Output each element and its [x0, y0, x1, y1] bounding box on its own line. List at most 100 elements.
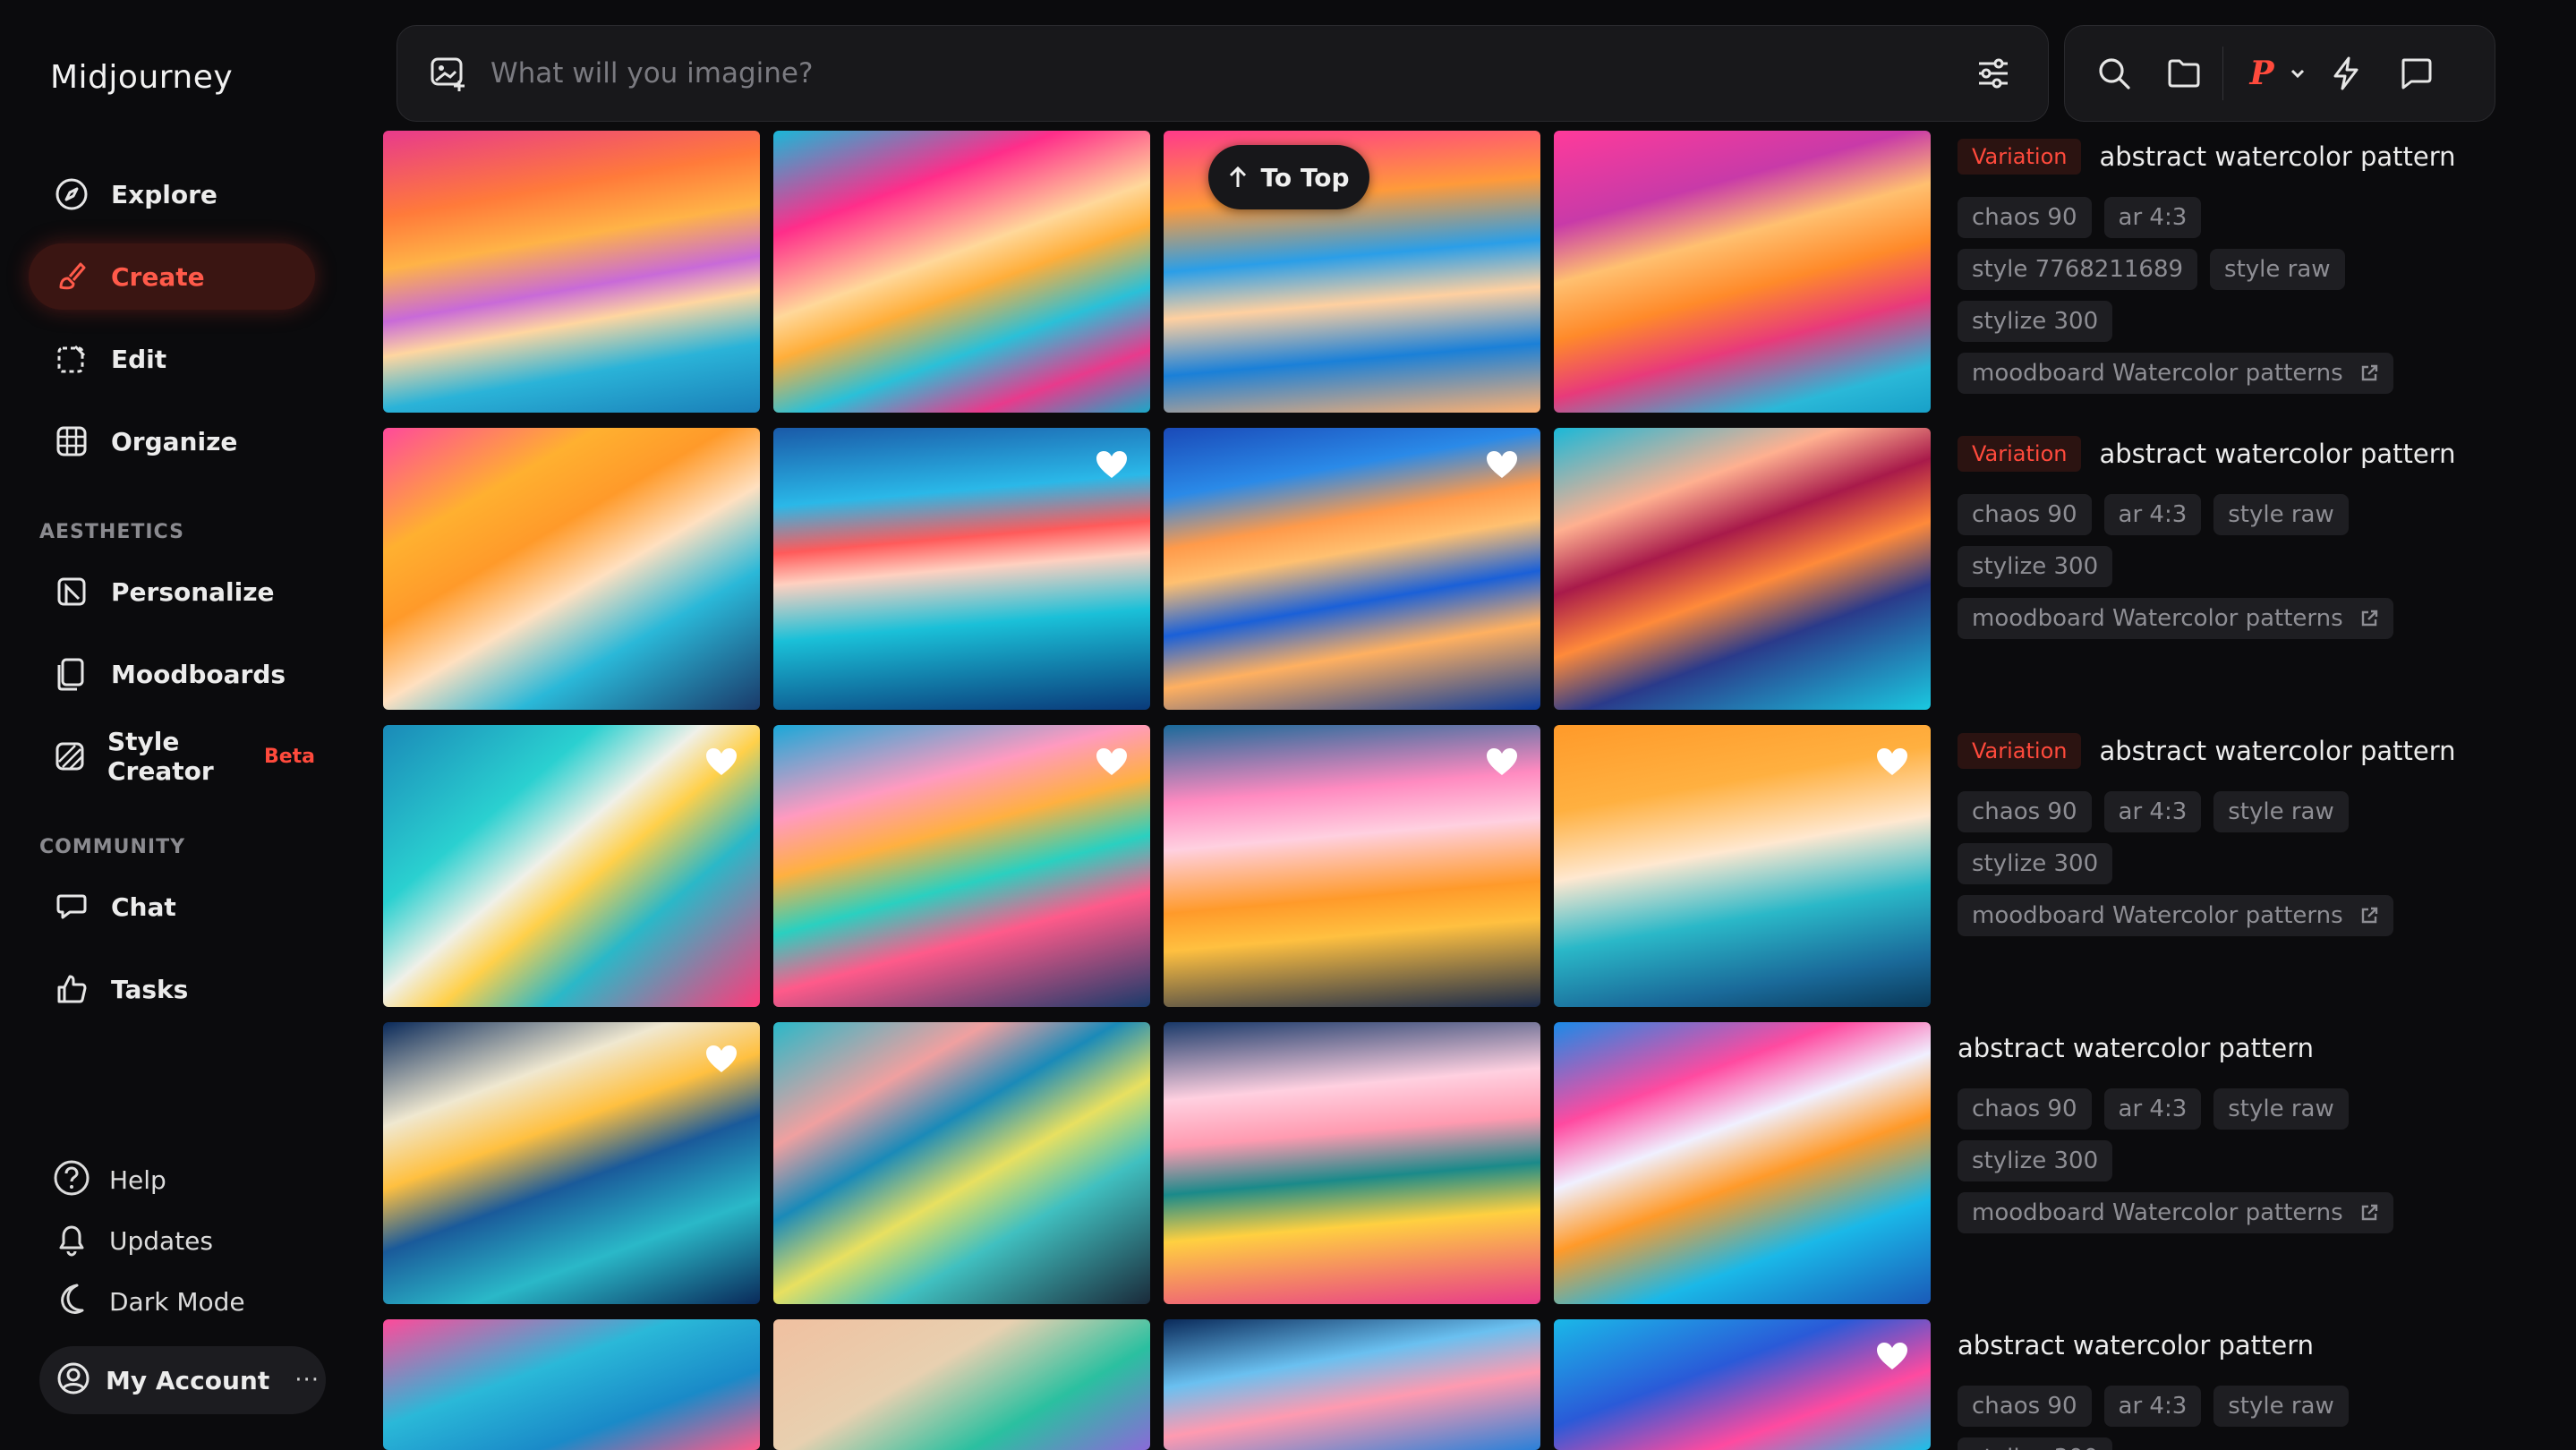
heart-icon[interactable] — [1095, 746, 1129, 777]
variation-badge: Variation — [1958, 436, 2082, 472]
account-button[interactable]: My Account ··· — [39, 1346, 326, 1414]
nav-style-creator[interactable]: Style Creator Beta — [29, 723, 315, 789]
bell-icon — [52, 1219, 91, 1262]
edit-icon — [52, 339, 91, 379]
generated-image[interactable] — [1164, 1319, 1540, 1450]
param-chip[interactable]: style 7768211689 — [1958, 249, 2198, 290]
generated-image[interactable] — [1554, 428, 1931, 710]
generated-image[interactable] — [773, 131, 1150, 413]
settings-sliders-icon[interactable] — [1971, 51, 2016, 96]
help-label: Help — [109, 1164, 166, 1195]
heart-icon[interactable] — [1875, 1341, 1909, 1371]
param-chip[interactable]: chaos 90 — [1958, 1088, 2092, 1130]
profile-switcher[interactable]: P — [2239, 51, 2284, 96]
param-chip[interactable]: chaos 90 — [1958, 1386, 2092, 1427]
chat-icon — [52, 887, 91, 926]
generated-image[interactable] — [1554, 1022, 1931, 1304]
lightning-icon[interactable] — [2324, 51, 2368, 96]
param-chip[interactable]: style raw — [2213, 1088, 2349, 1130]
param-chip[interactable]: ar 4:3 — [2103, 791, 2202, 832]
generated-image[interactable] — [383, 428, 760, 710]
updates-label: Updates — [109, 1225, 213, 1256]
param-chip[interactable]: stylize 300 — [1958, 1140, 2113, 1181]
generated-image[interactable] — [1164, 428, 1540, 710]
param-chip[interactable]: ar 4:3 — [2103, 1088, 2202, 1130]
to-top-label: To Top — [1260, 162, 1350, 192]
moodboard-label: moodboard Watercolor patterns — [1972, 1199, 2343, 1226]
prompt-text[interactable]: abstract watercolor pattern — [1958, 1033, 2314, 1063]
moodboard-chip[interactable]: moodboard Watercolor patterns — [1958, 1192, 2393, 1233]
param-chip[interactable]: chaos 90 — [1958, 197, 2092, 238]
nav-moodboards[interactable]: Moodboards — [29, 641, 315, 707]
help-link[interactable]: Help — [52, 1158, 166, 1201]
nav-chat-label: Chat — [111, 891, 176, 922]
generated-image[interactable] — [773, 428, 1150, 710]
nav-create-label: Create — [111, 261, 205, 292]
prompt-text[interactable]: abstract watercolor pattern — [2099, 141, 2455, 172]
moodboard-chip[interactable]: moodboard Watercolor patterns — [1958, 353, 2393, 394]
heart-icon[interactable] — [1485, 449, 1519, 480]
generated-image[interactable] — [1164, 1022, 1540, 1304]
chevron-down-icon[interactable] — [2288, 64, 2307, 83]
param-chip[interactable]: style raw — [2213, 1386, 2349, 1427]
search-icon[interactable] — [2092, 51, 2137, 96]
heart-icon[interactable] — [1095, 449, 1129, 480]
generated-image[interactable] — [773, 725, 1150, 1007]
updates-link[interactable]: Updates — [52, 1219, 213, 1262]
param-chip[interactable]: chaos 90 — [1958, 791, 2092, 832]
more-icon[interactable]: ··· — [294, 1367, 320, 1394]
nav-personalize[interactable]: Personalize — [29, 559, 315, 625]
sidebar: Midjourney Explore Create Edit Organize — [0, 0, 367, 1450]
param-chip[interactable]: stylize 300 — [1958, 301, 2113, 342]
param-chip[interactable]: style raw — [2213, 494, 2349, 535]
image-prompt-icon[interactable] — [426, 51, 471, 96]
user-icon — [55, 1360, 91, 1400]
nav-edit[interactable]: Edit — [29, 326, 315, 392]
generated-image[interactable] — [1554, 1319, 1931, 1450]
heart-icon[interactable] — [1485, 746, 1519, 777]
prompt-info: abstract watercolor pattern chaos 90 ar … — [1958, 1325, 2566, 1450]
prompt-info: Variation abstract watercolor pattern ch… — [1958, 730, 2566, 947]
generated-image[interactable] — [1554, 131, 1931, 413]
nav-organize[interactable]: Organize — [29, 408, 315, 474]
moodboard-label: moodboard Watercolor patterns — [1972, 902, 2343, 929]
prompt-text[interactable]: abstract watercolor pattern — [2099, 439, 2455, 469]
brand-logo[interactable]: Midjourney — [50, 59, 233, 96]
nav-create[interactable]: Create — [29, 243, 315, 310]
param-chip[interactable]: ar 4:3 — [2103, 494, 2202, 535]
nav-chat[interactable]: Chat — [29, 874, 315, 940]
param-chip[interactable]: stylize 300 — [1958, 546, 2113, 587]
param-chip[interactable]: style raw — [2210, 249, 2345, 290]
heart-icon[interactable] — [704, 1044, 738, 1074]
heart-icon[interactable] — [1875, 746, 1909, 777]
param-chip[interactable]: ar 4:3 — [2103, 197, 2202, 238]
to-top-button[interactable]: To Top — [1208, 145, 1369, 209]
generated-image[interactable] — [773, 1022, 1150, 1304]
generated-image[interactable] — [383, 1022, 760, 1304]
prompt-text[interactable]: abstract watercolor pattern — [2099, 736, 2455, 766]
param-chip[interactable]: stylize 300 — [1958, 843, 2113, 884]
imagine-input[interactable] — [490, 47, 1971, 100]
generated-image[interactable] — [383, 1319, 760, 1450]
generated-image[interactable] — [773, 1319, 1150, 1450]
dark-mode-toggle[interactable]: Dark Mode — [52, 1280, 245, 1323]
nav-explore[interactable]: Explore — [29, 161, 315, 227]
generated-image[interactable] — [383, 131, 760, 413]
param-chip[interactable]: stylize 300 — [1958, 1437, 2113, 1450]
generated-image[interactable] — [1554, 725, 1931, 1007]
moodboard-label: moodboard Watercolor patterns — [1972, 360, 2343, 387]
style-creator-icon — [52, 737, 88, 776]
moodboard-chip[interactable]: moodboard Watercolor patterns — [1958, 598, 2393, 639]
moodboard-chip[interactable]: moodboard Watercolor patterns — [1958, 895, 2393, 936]
prompt-text[interactable]: abstract watercolor pattern — [1958, 1330, 2314, 1360]
param-chip[interactable]: chaos 90 — [1958, 494, 2092, 535]
top-toolbar: P — [2064, 25, 2495, 122]
generated-image[interactable] — [383, 725, 760, 1007]
param-chip[interactable]: style raw — [2213, 791, 2349, 832]
heart-icon[interactable] — [704, 746, 738, 777]
folder-icon[interactable] — [2162, 51, 2206, 96]
message-icon[interactable] — [2393, 51, 2438, 96]
generated-image[interactable] — [1164, 725, 1540, 1007]
nav-tasks[interactable]: Tasks — [29, 956, 315, 1022]
param-chip[interactable]: ar 4:3 — [2103, 1386, 2202, 1427]
